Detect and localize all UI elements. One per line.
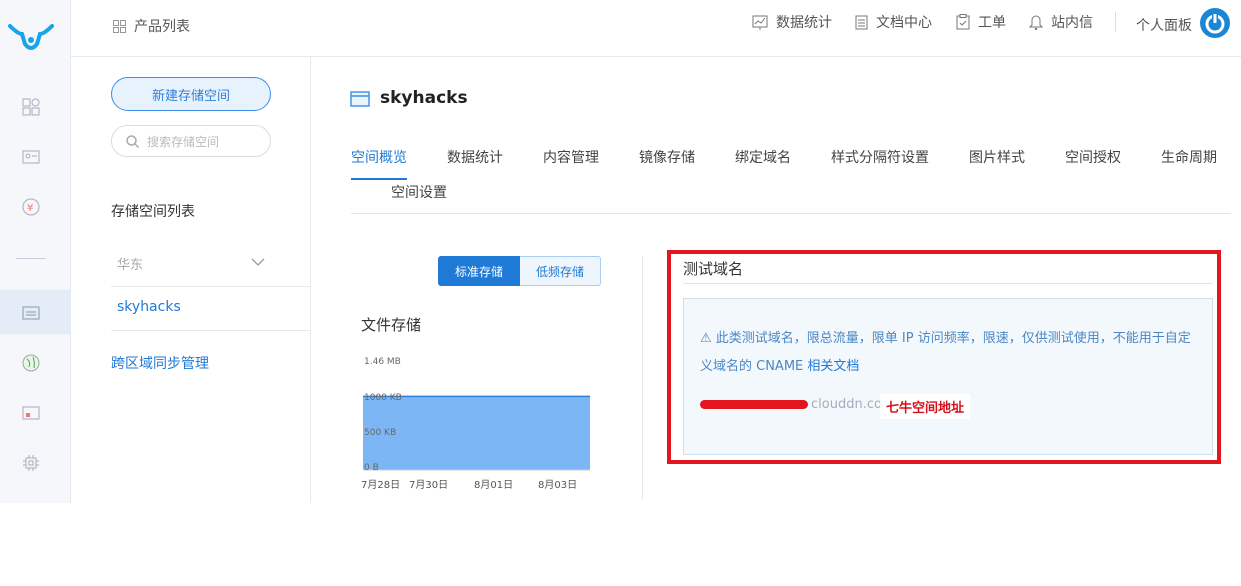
user-panel-label: 个人面板 [1136, 18, 1192, 34]
standard-storage-toggle[interactable]: 标准存储 [438, 256, 520, 286]
nav-tickets[interactable]: 工单 [956, 12, 1006, 32]
nav-docs[interactable]: 文档中心 [855, 12, 932, 32]
storage-area [363, 396, 590, 470]
document-icon [855, 15, 868, 29]
chip-icon[interactable] [20, 452, 42, 474]
bell-icon [1029, 15, 1043, 30]
breadcrumb-products[interactable]: 产品列表 [113, 16, 190, 36]
chart-icon [752, 15, 768, 30]
tab-auth[interactable]: 空间授权 [1065, 147, 1121, 167]
media-icon[interactable] [20, 402, 42, 424]
topbar-divider [1115, 12, 1116, 32]
tab-settings[interactable]: 空间设置 [391, 182, 447, 202]
storage-icon[interactable] [20, 301, 42, 323]
y-tick-label: 500 KB [364, 428, 396, 438]
file-storage-title: 文件存储 [361, 316, 422, 334]
tab-content[interactable]: 内容管理 [543, 147, 599, 167]
bucket-list-title: 存储空间列表 [111, 204, 195, 220]
cross-region-sync-link[interactable]: 跨区域同步管理 [111, 353, 209, 373]
tab-statistics[interactable]: 数据统计 [447, 147, 503, 167]
x-tick-label: 7月28日 [361, 479, 400, 491]
x-tick-label: 7月30日 [409, 479, 448, 491]
nav-tickets-label: 工单 [978, 15, 1006, 31]
column-divider [642, 256, 643, 500]
tab-image-style[interactable]: 图片样式 [969, 147, 1025, 167]
nav-messages[interactable]: 站内信 [1029, 12, 1093, 32]
tab-lifecycle[interactable]: 生命周期 [1161, 147, 1217, 167]
search-input[interactable]: 搜索存储空间 [111, 125, 271, 157]
power-avatar-icon[interactable] [1200, 8, 1230, 38]
user-panel[interactable]: 个人面板 [1136, 8, 1230, 38]
tab-mirror[interactable]: 镜像存储 [639, 147, 695, 167]
bucket-title: skyhacks [350, 88, 468, 108]
bucket-title-text: skyhacks [380, 88, 468, 108]
y-tick-label: 1000 KB [364, 393, 402, 403]
apps-icon[interactable] [20, 96, 42, 118]
bucket-item-skyhacks[interactable]: skyhacks [117, 299, 181, 315]
highlight-box [667, 250, 1221, 464]
tabs-divider [351, 213, 1231, 214]
x-tick-label: 8月03日 [538, 479, 577, 491]
nav-stats[interactable]: 数据统计 [752, 12, 832, 32]
chevron-down-icon [251, 258, 265, 266]
x-tick-label: 8月01日 [474, 479, 513, 491]
tab-separator[interactable]: 样式分隔符设置 [831, 147, 929, 167]
bucket-icon [350, 91, 370, 107]
bucket-sidebar: 新建存储空间 搜索存储空间 存储空间列表 华东 skyhacks 跨区域同步管理 [71, 57, 311, 503]
nav-docs-label: 文档中心 [876, 15, 932, 31]
nav-messages-label: 站内信 [1051, 15, 1093, 31]
billing-icon[interactable]: ¥ [20, 196, 42, 218]
region-selector[interactable]: 华东 [111, 253, 311, 273]
bucket-item-divider-bottom [111, 330, 311, 331]
nav-stats-label: 数据统计 [776, 15, 832, 31]
top-bar: 产品列表 数据统计 文档中心 工单 站内信 个人面板 [71, 0, 1241, 57]
y-tick-label: 1.46 MB [364, 357, 401, 367]
search-icon [126, 134, 139, 148]
y-tick-label: 0 B [364, 463, 379, 473]
low-freq-storage-toggle[interactable]: 低频存储 [520, 256, 601, 286]
bucket-item-divider-top [111, 286, 311, 287]
rail-divider [16, 258, 46, 259]
tab-overview[interactable]: 空间概览 [351, 147, 407, 167]
clipboard-icon [956, 14, 970, 30]
id-card-icon[interactable] [20, 146, 42, 168]
search-placeholder: 搜索存储空间 [147, 134, 220, 149]
qiniu-logo[interactable] [8, 20, 54, 54]
storage-chart: 1.46 MB 1000 KB 500 KB 0 B 7月28日 7月30日 8月01日 8月… [361, 357, 590, 491]
tab-domain[interactable]: 绑定域名 [735, 147, 791, 167]
breadcrumb-label: 产品列表 [134, 19, 190, 35]
new-bucket-button[interactable]: 新建存储空间 [111, 77, 271, 111]
region-label: 华东 [117, 258, 144, 273]
left-rail: ¥ [0, 0, 71, 503]
grid-icon [113, 19, 126, 33]
tab-active-underline [351, 178, 407, 180]
cdn-globe-icon[interactable] [20, 352, 42, 374]
svg-text:¥: ¥ [27, 203, 33, 214]
